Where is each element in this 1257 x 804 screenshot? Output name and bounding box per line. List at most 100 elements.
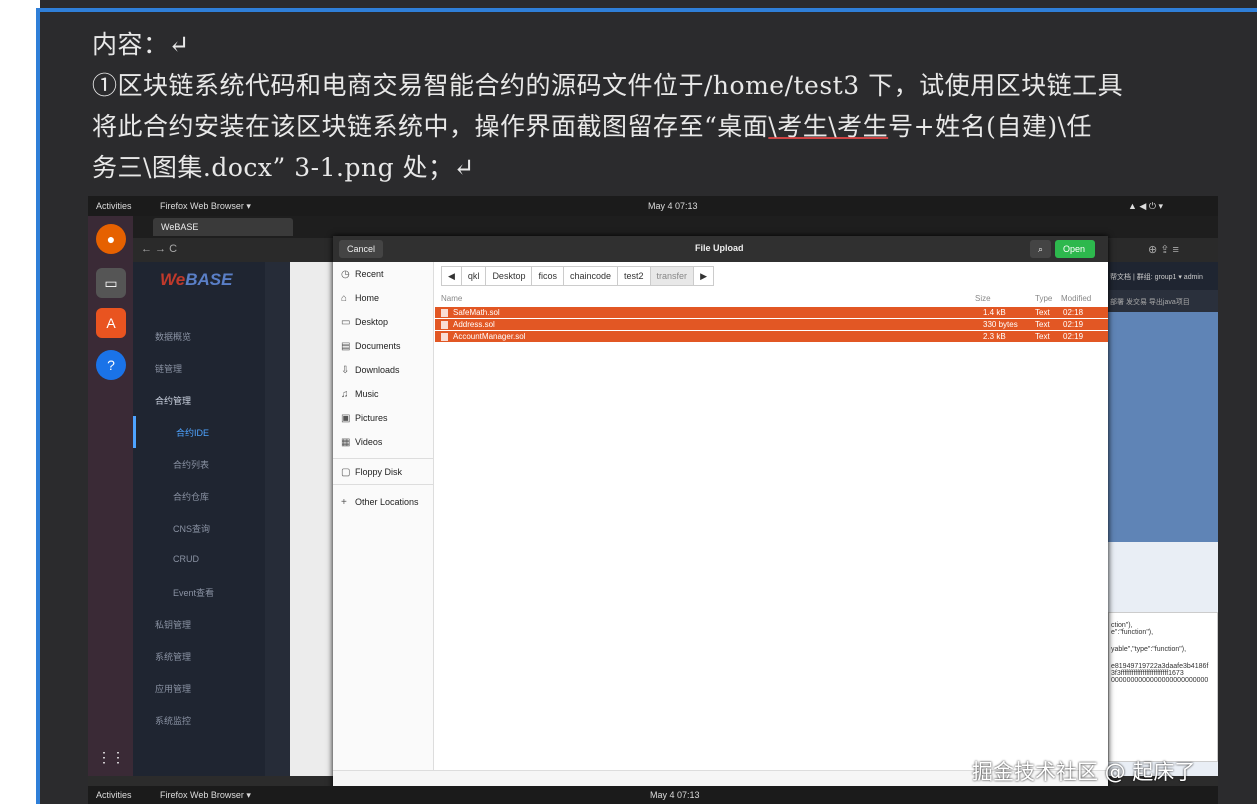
sidebar-divider xyxy=(333,484,434,485)
firefox-icon[interactable]: ● xyxy=(96,224,126,254)
code-line: e81949719722a3daafe3b4186f xyxy=(1111,663,1209,670)
file-size: 330 bytes xyxy=(983,320,1018,329)
plus-icon: + xyxy=(341,496,347,508)
document-text: 内容：↵ ①区块链系统代码和电商交易智能合约的源码文件位于/home/test3… xyxy=(92,24,1232,188)
file-upload-dialog: Cancel File Upload ⌕ Open ◷ Recent ⌂ Home … xyxy=(333,236,1108,796)
path-ficos[interactable]: ficos xyxy=(532,266,564,286)
file-list-header: Name Size Type Modified xyxy=(435,292,1108,306)
files-icon[interactable]: ▭ xyxy=(96,268,126,298)
nav-contract-repo[interactable]: 合约仓库 xyxy=(133,480,265,512)
file-name: Address.sol xyxy=(453,320,495,329)
nav-contract-list[interactable]: 合约列表 xyxy=(133,448,265,480)
path-test2[interactable]: test2 xyxy=(618,266,651,286)
doc-line-2: ①区块链系统代码和电商交易智能合约的源码文件位于/home/test3 下，试使… xyxy=(92,71,1124,100)
nav-apps[interactable]: 应用管理 xyxy=(133,672,265,704)
file-modified: 02:19 xyxy=(1063,332,1084,341)
nav-contract-ide[interactable]: 合约IDE xyxy=(133,416,265,448)
cancel-button[interactable]: Cancel xyxy=(339,240,384,258)
path-back-button[interactable]: ◀ xyxy=(441,266,462,286)
col-modified[interactable]: Modified xyxy=(1061,294,1091,303)
download-icon: ⇩ xyxy=(341,364,350,376)
nav-event[interactable]: Event查看 xyxy=(133,576,265,608)
nav-crud[interactable]: CRUD xyxy=(133,544,265,576)
place-home[interactable]: ⌂ Home xyxy=(341,288,433,308)
system-tray[interactable]: ▲ ◀ ⏻ ▾ xyxy=(1128,201,1163,212)
path-desktop[interactable]: Desktop xyxy=(486,266,533,286)
logo-part-b: BASE xyxy=(185,270,233,289)
place-pictures[interactable]: ▣ Pictures xyxy=(341,408,433,428)
nav-cns[interactable]: CNS查询 xyxy=(133,512,265,544)
apps-grid-icon[interactable]: ⋮⋮ xyxy=(96,742,126,772)
help-icon[interactable]: ? xyxy=(96,350,126,380)
activities-button[interactable]: Activities xyxy=(96,790,132,800)
nav-keys[interactable]: 私钥管理 xyxy=(133,608,265,640)
gnome-top-bar-duplicate: Activities Firefox Web Browser ▾ May 4 0… xyxy=(88,786,1218,804)
text-file-icon xyxy=(441,321,448,329)
code-line: 3f3ffffffffffffffffffffffffff1673 xyxy=(1111,670,1184,677)
code-line: ction"), xyxy=(1111,622,1133,629)
open-button[interactable]: Open xyxy=(1055,240,1095,258)
doc-line-3b: \考生\考生 xyxy=(768,112,889,141)
gnome-top-bar: Activities Firefox Web Browser ▾ May 4 0… xyxy=(88,196,1218,216)
selection-border-left xyxy=(36,10,40,804)
place-documents[interactable]: ▤ Documents xyxy=(341,336,433,356)
search-icon[interactable]: ⌕ xyxy=(1030,240,1052,258)
documents-icon: ▤ xyxy=(341,340,351,352)
tab-webase[interactable]: WeBASE xyxy=(153,218,293,236)
nav-monitor[interactable]: 系统监控 xyxy=(133,704,265,736)
file-row[interactable]: Address.sol 330 bytes Text 02:19 xyxy=(435,319,1108,330)
firefox-window: WeBASE ← → C ⊕ ⇪ ≡ WeBASE 数据概览 链管理 合约管理 … xyxy=(133,216,1218,796)
place-label: Recent xyxy=(355,269,384,279)
place-desktop[interactable]: ▭ Desktop xyxy=(341,312,433,332)
clock[interactable]: May 4 07:13 xyxy=(650,790,700,800)
dialog-header: Cancel File Upload ⌕ Open xyxy=(333,236,1108,262)
app-menu[interactable]: Firefox Web Browser ▾ xyxy=(160,790,251,801)
logo-part-a: We xyxy=(160,270,186,289)
dock: ● ▭ A ? ⋮⋮ xyxy=(88,216,133,776)
doc-line-4: 务三\图集.docx” 3-1.png 处；↵ xyxy=(92,153,475,182)
code-line: yable","type":"function"), xyxy=(1111,646,1187,653)
file-row[interactable]: SafeMath.sol 1.4 kB Text 02:18 xyxy=(435,307,1108,318)
place-floppy[interactable]: ▢ Floppy Disk xyxy=(341,462,433,482)
col-type[interactable]: Type xyxy=(1035,294,1052,303)
nav-buttons[interactable]: ← → C xyxy=(141,243,177,255)
place-music[interactable]: ♫ Music xyxy=(341,384,433,404)
place-label: Videos xyxy=(355,437,383,447)
place-other[interactable]: + Other Locations xyxy=(341,492,433,512)
file-row[interactable]: AccountManager.sol 2.3 kB Text 02:19 xyxy=(435,331,1108,342)
place-label: Floppy Disk xyxy=(355,467,403,477)
path-chaincode[interactable]: chaincode xyxy=(563,266,619,286)
col-size[interactable]: Size xyxy=(975,294,991,303)
file-modified: 02:19 xyxy=(1063,320,1084,329)
place-label: Downloads xyxy=(355,365,400,375)
activities-button[interactable]: Activities xyxy=(96,201,132,211)
col-name[interactable]: Name xyxy=(441,294,462,303)
path-forward-button[interactable]: ▶ xyxy=(694,266,714,286)
path-transfer[interactable]: transfer xyxy=(650,266,695,286)
app-menu[interactable]: Firefox Web Browser ▾ xyxy=(160,201,251,212)
file-size: 2.3 kB xyxy=(983,332,1006,341)
nav-contract[interactable]: 合约管理 xyxy=(133,384,265,416)
nav-system[interactable]: 系统管理 xyxy=(133,640,265,672)
file-size: 1.4 kB xyxy=(983,308,1006,317)
file-type: Text xyxy=(1035,320,1050,329)
webase-header: 帮文档 | 群组: group1 ▾ admin xyxy=(1108,262,1218,290)
nav-chain[interactable]: 链管理 xyxy=(133,352,265,384)
ide-toolbar[interactable]: 部署 发交易 导出java项目 xyxy=(1108,290,1218,312)
place-label: Documents xyxy=(355,341,401,351)
file-name: SafeMath.sol xyxy=(453,308,500,317)
toolbar-icons[interactable]: ⊕ ⇪ ≡ xyxy=(1148,243,1179,256)
file-modified: 02:18 xyxy=(1063,308,1084,317)
place-recent[interactable]: ◷ Recent xyxy=(341,264,433,284)
path-qkl[interactable]: qkl xyxy=(461,266,487,286)
pictures-icon: ▣ xyxy=(341,412,351,424)
path-bar: ◀ qkl Desktop ficos chaincode test2 tran… xyxy=(441,266,714,286)
place-label: Other Locations xyxy=(355,497,419,507)
place-downloads[interactable]: ⇩ Downloads xyxy=(341,360,433,380)
software-icon[interactable]: A xyxy=(96,308,126,338)
place-videos[interactable]: ▦ Videos xyxy=(341,432,433,452)
code-line: e":"function"), xyxy=(1111,629,1154,636)
clock[interactable]: May 4 07:13 xyxy=(648,201,698,211)
text-file-icon xyxy=(441,309,448,317)
nav-overview[interactable]: 数据概览 xyxy=(133,320,265,352)
